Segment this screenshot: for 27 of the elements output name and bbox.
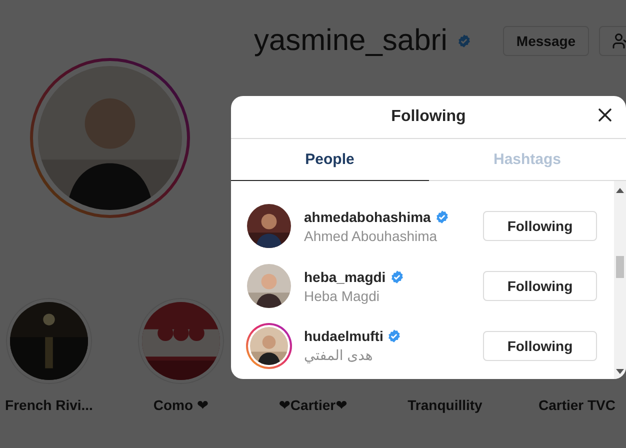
- highlight-label: French Rivi...: [5, 397, 93, 413]
- following-button[interactable]: Following: [483, 331, 597, 361]
- scroll-thumb[interactable]: [616, 256, 624, 278]
- highlight-label: Como ❤: [153, 397, 209, 414]
- verified-badge-icon: [390, 270, 404, 284]
- scroll-down-icon[interactable]: [616, 369, 624, 375]
- highlight-label: Cartier TVC: [538, 397, 616, 413]
- avatar-ring[interactable]: [246, 323, 292, 369]
- verified-badge-icon: [434, 210, 449, 224]
- full-name: Ahmed Abouhashima: [304, 228, 438, 244]
- tab[interactable]: People: [231, 139, 428, 181]
- highlight-label: Tranquillity: [408, 397, 482, 413]
- highlight-label: ❤Cartier❤: [278, 397, 348, 414]
- following-button[interactable]: Following: [483, 211, 597, 241]
- scrollbar[interactable]: [614, 181, 626, 379]
- full-name: هدى المفتي: [304, 347, 374, 364]
- user-check-icon: [612, 32, 626, 50]
- following-button[interactable]: Following: [483, 271, 597, 301]
- username[interactable]: heba_magdi: [304, 268, 386, 284]
- username[interactable]: hudaelmufti: [304, 328, 384, 344]
- scroll-up-icon[interactable]: [616, 187, 624, 193]
- dialog-title: Following: [391, 108, 466, 126]
- profile-username: yasmine_sabri: [254, 24, 448, 58]
- full-name: Heba Magdi: [304, 288, 380, 304]
- verified-badge-icon: [387, 329, 402, 343]
- username[interactable]: ahmedabohashima: [304, 208, 431, 224]
- verified-badge-icon: [457, 34, 472, 48]
